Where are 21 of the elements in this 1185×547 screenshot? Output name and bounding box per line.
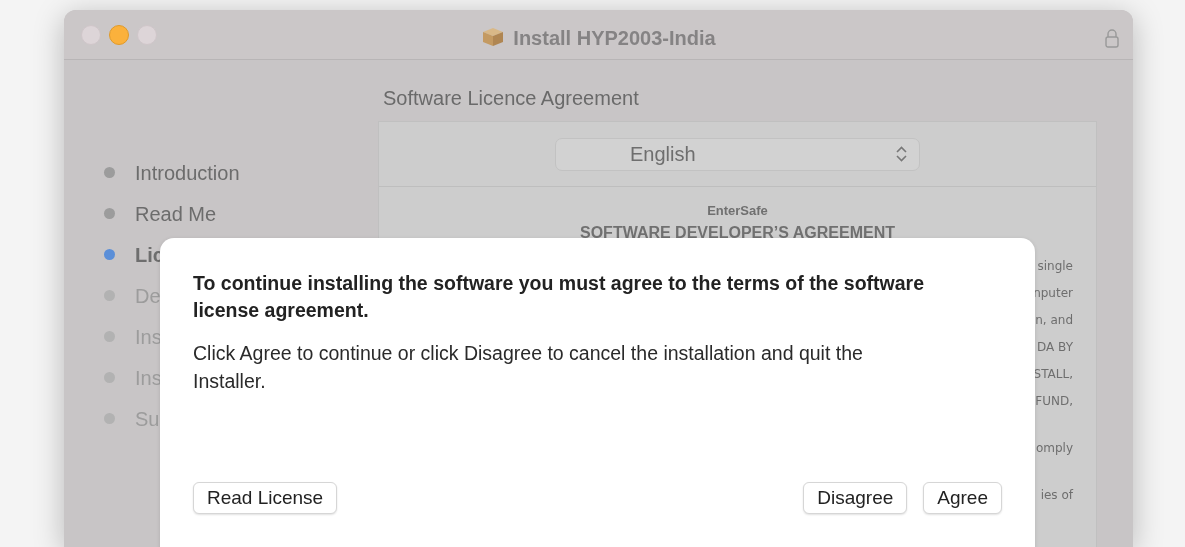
license-text: ies of — [1040, 487, 1073, 502]
company-name: EnterSafe — [707, 203, 768, 218]
package-icon — [481, 27, 506, 47]
window-button[interactable] — [109, 25, 129, 45]
window-title: Install HYP2003-India — [481, 27, 716, 49]
license-text: omply — [1035, 440, 1073, 455]
dialog-button[interactable]: Read License — [193, 482, 338, 514]
dialog-message: Click Agree to continue or click Disagree to cancel the installation and quit the Installer. — [193, 341, 864, 394]
dialog-button[interactable]: Agree — [923, 482, 1002, 514]
license-text: n, and — [1035, 312, 1073, 327]
dialog-title: To continue installing the software you must agree to the terms of the software license agreement. — [193, 271, 925, 323]
license-text: STALL, — [1033, 366, 1073, 381]
chevron-icon — [896, 146, 907, 162]
license-text: DA BY — [1037, 339, 1073, 354]
step-label: Introduction — [135, 160, 240, 186]
license-text: FUND, — [1035, 393, 1073, 408]
license-heading: SOFTWARE DEVELOPER’S AGREEMENT — [580, 223, 895, 241]
step-label: Read Me — [135, 201, 217, 227]
license-text: single — [1037, 258, 1073, 273]
page-title: Software Licence Agreement — [383, 87, 639, 109]
dialog-button[interactable]: Disagree — [803, 482, 908, 514]
